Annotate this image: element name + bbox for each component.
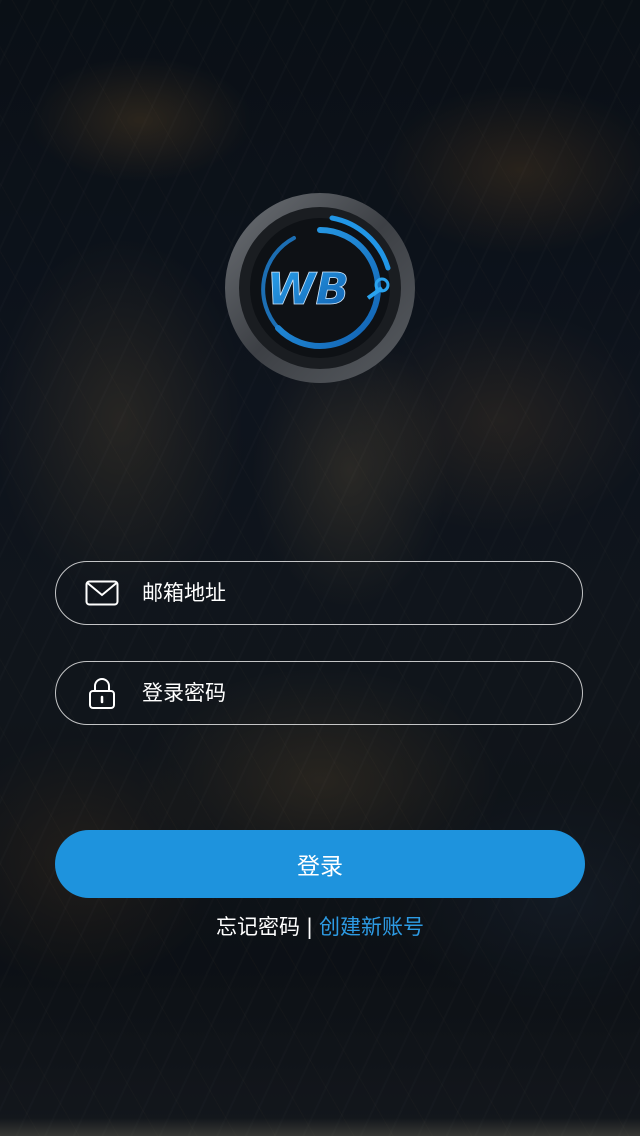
create-account-link[interactable]: 创建新账号: [319, 915, 424, 939]
forgot-password-link[interactable]: 忘记密码: [216, 915, 300, 939]
lock-icon: [84, 675, 120, 711]
email-field[interactable]: [55, 561, 583, 625]
envelope-icon: [84, 575, 120, 611]
wb-logo: WB: [225, 193, 415, 383]
password-field[interactable]: [55, 661, 583, 725]
login-screen: WB 登录 忘记密码|创建新账号: [0, 0, 640, 1136]
account-links: 忘记密码 | 创建新账号: [0, 912, 640, 942]
logo-text: WB: [267, 264, 349, 315]
bottom-edge: [0, 1118, 640, 1136]
login-button[interactable]: 登录: [55, 830, 585, 898]
email-input[interactable]: [142, 581, 558, 605]
password-input[interactable]: [142, 681, 558, 705]
link-separator: |: [305, 915, 314, 939]
